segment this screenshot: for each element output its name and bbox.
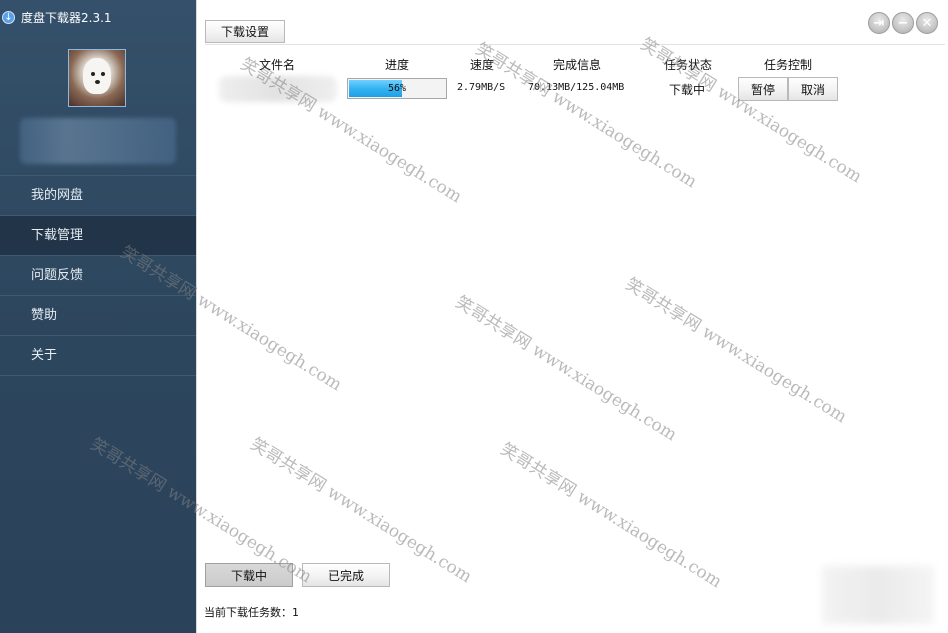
avatar[interactable]	[68, 49, 126, 107]
divider	[205, 44, 945, 45]
table-row: 56% 2.79MB/S 70.13MB/125.04MB 下载中 暂停 取消	[197, 76, 948, 102]
blurred-region	[822, 566, 934, 624]
col-header-speed: 速度	[470, 58, 495, 72]
sidebar-item-about[interactable]: 关于	[0, 336, 196, 376]
sidebar: ↓ 度盘下载器2.3.1 我的网盘 下载管理 问题反馈 赞助 关于	[0, 0, 196, 633]
progress-bar: 56%	[347, 78, 447, 99]
app-title: ↓ 度盘下载器2.3.1	[2, 8, 112, 26]
main-panel: 下载设置 ⇥ − ✕ 文件名 进度 速度 完成信息 任务状态 任务控制 56% …	[196, 0, 948, 633]
sidebar-menu: 我的网盘 下载管理 问题反馈 赞助 关于	[0, 175, 196, 376]
sidebar-item-download-manager[interactable]: 下载管理	[0, 216, 196, 256]
username-blurred	[20, 118, 176, 164]
status-value: 下载中	[669, 83, 706, 97]
task-count-label: 当前下载任务数：1	[204, 606, 299, 619]
col-header-control: 任务控制	[764, 58, 813, 72]
download-circle-icon: ↓	[2, 10, 15, 24]
download-settings-button[interactable]: 下载设置	[205, 20, 285, 43]
progress-text: 56%	[387, 83, 407, 94]
sidebar-item-sponsor[interactable]: 赞助	[0, 296, 196, 336]
window-controls: ⇥ − ✕	[868, 12, 938, 34]
tab-done[interactable]: 已完成	[302, 563, 390, 587]
cancel-button[interactable]: 取消	[788, 77, 838, 101]
col-header-status: 任务状态	[664, 58, 713, 72]
minimize-icon[interactable]: −	[892, 12, 914, 34]
sidebar-item-my-disk[interactable]: 我的网盘	[0, 176, 196, 216]
sidebar-item-feedback[interactable]: 问题反馈	[0, 256, 196, 296]
exit-icon[interactable]: ⇥	[868, 12, 890, 34]
speed-value: 2.79MB/S	[457, 82, 506, 93]
done-info-value: 70.13MB/125.04MB	[528, 82, 625, 93]
pause-button[interactable]: 暂停	[738, 77, 788, 101]
col-header-filename: 文件名	[259, 58, 296, 72]
col-header-progress: 进度	[385, 58, 410, 72]
filename-blurred	[219, 76, 337, 102]
col-header-done-info: 完成信息	[553, 58, 602, 72]
app-title-text: 度盘下载器2.3.1	[21, 10, 112, 25]
tab-downloading[interactable]: 下载中	[205, 563, 293, 587]
close-icon[interactable]: ✕	[916, 12, 938, 34]
